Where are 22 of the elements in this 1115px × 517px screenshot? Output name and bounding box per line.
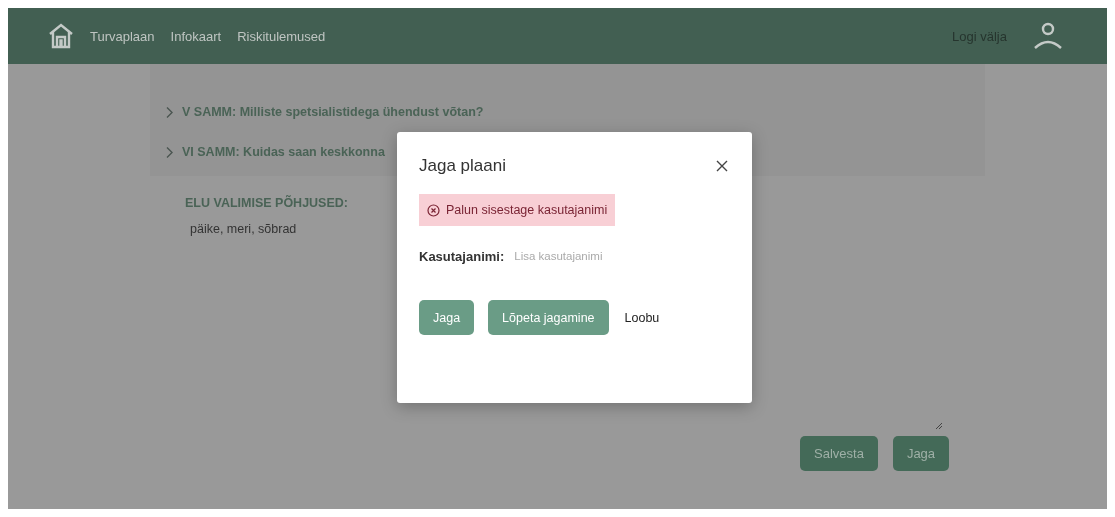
field-label: Kasutajanimi: [419,248,505,264]
nav-link[interactable]: Infokaart [170,28,222,44]
section-text: päike, meri, sõbrad [189,222,297,236]
chevron-icon [165,105,174,119]
section-heading: ELU VALIMISE PÕHJUSED: [185,196,348,210]
home-icon[interactable] [48,23,74,49]
close-icon [714,158,730,174]
dialog-button[interactable]: Lõpeta jagamine [488,300,609,335]
accordion-item[interactable]: V SAMM: Milliste spetsialistidega ühendust võtan? [165,92,985,132]
dialog-button[interactable]: Jaga [419,300,475,335]
error-message: Palun sisestage kasutajanimi [446,203,608,217]
action-button[interactable]: Salvesta [800,436,878,471]
close-button[interactable] [714,158,730,174]
error-icon [427,203,440,217]
nav-link[interactable]: Turvaplaan [90,28,155,44]
cancel-button[interactable]: Loobu [622,300,662,335]
resize-handle-icon[interactable] [935,422,943,430]
user-icon[interactable] [1033,22,1063,50]
chevron-icon [165,145,174,159]
dialog-title: Jaga plaani [419,156,506,176]
action-button[interactable]: Jaga [892,436,950,471]
nav-link[interactable]: Riskitulemused [237,28,326,44]
